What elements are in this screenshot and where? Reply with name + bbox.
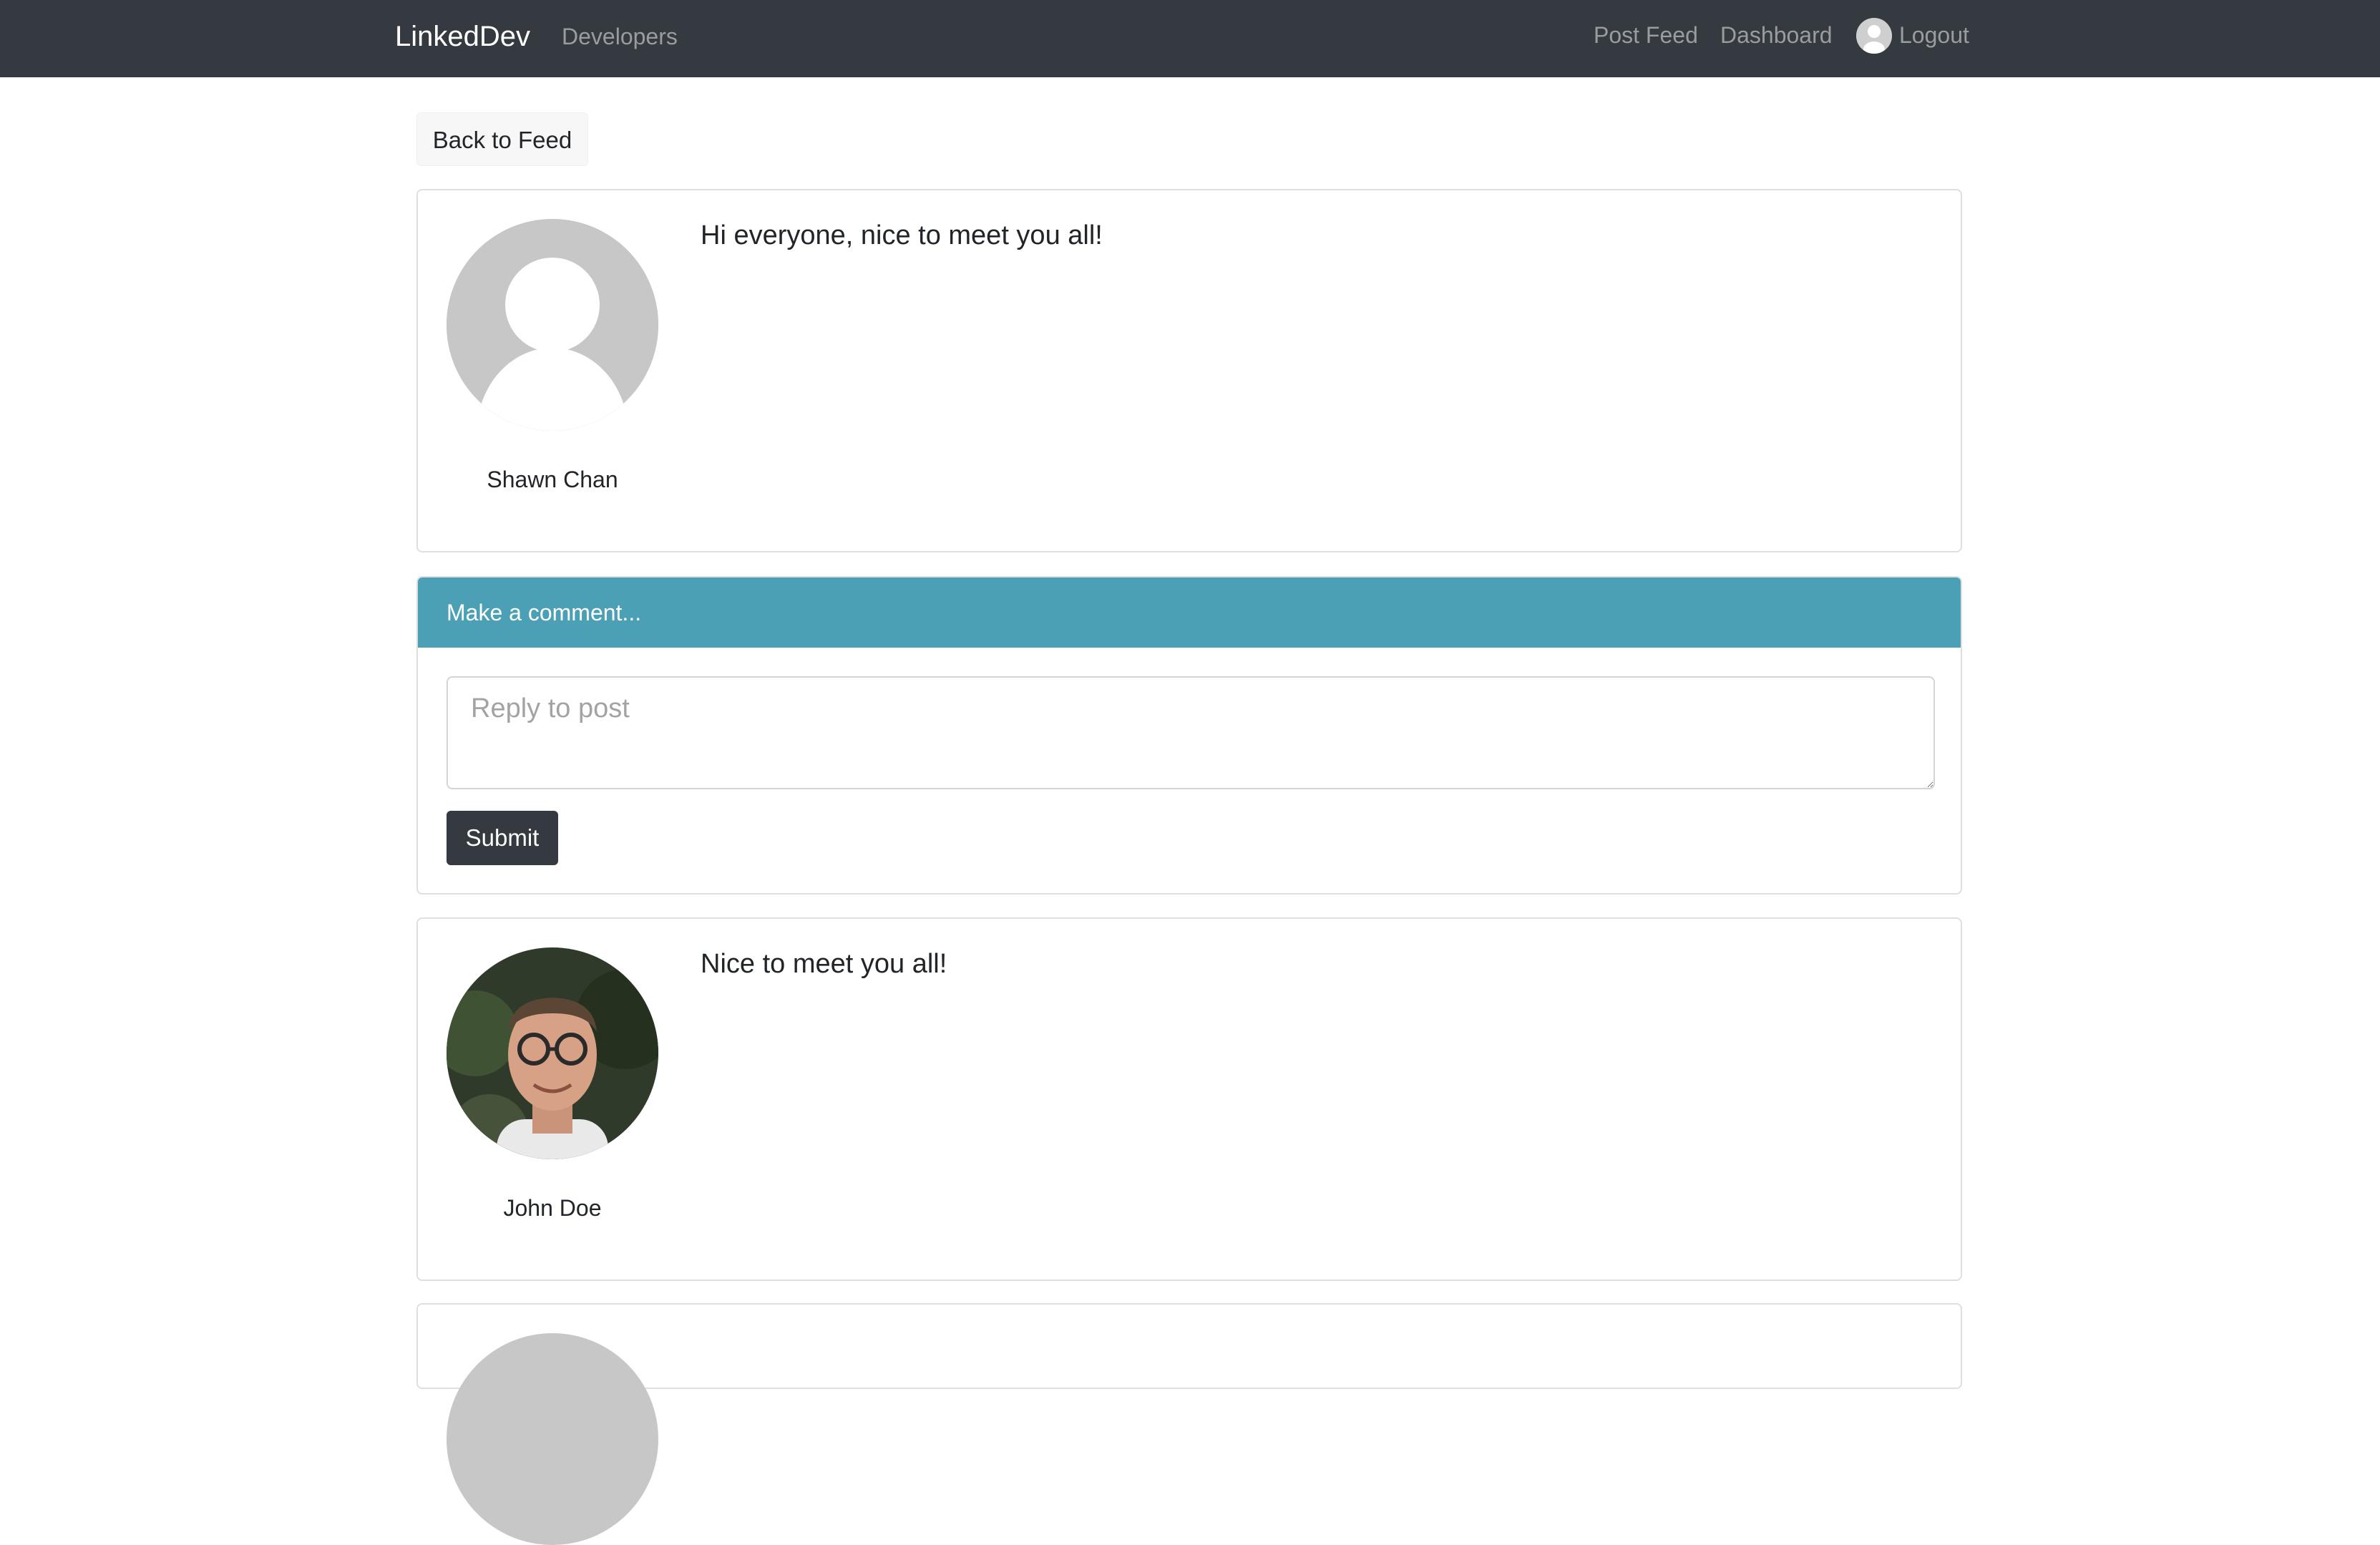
commenter-avatar <box>447 947 658 1159</box>
nav-dashboard-link[interactable]: Dashboard <box>1720 17 1833 53</box>
comment-author-name[interactable]: John Doe <box>418 1195 687 1222</box>
comment-card-partial <box>416 1303 1962 1545</box>
user-silhouette-icon <box>1856 18 1892 54</box>
author-avatar <box>447 219 658 431</box>
default-avatar-icon <box>447 1333 658 1545</box>
brand-link[interactable]: LinkedDev <box>395 17 530 56</box>
post-author-name[interactable]: Shawn Chan <box>418 467 687 493</box>
back-to-feed-button[interactable]: Back to Feed <box>416 112 588 166</box>
submit-button[interactable]: Submit <box>447 811 558 865</box>
comment-card: John Doe Nice to meet you all! <box>416 917 1962 1281</box>
nav-developers-link[interactable]: Developers <box>562 19 678 54</box>
comment-text: Nice to meet you all! <box>701 949 947 979</box>
nav-logout-link[interactable]: Logout <box>1899 17 1969 53</box>
comment-form-header: Make a comment... <box>418 577 1961 648</box>
comment-form-card: Make a comment... Submit <box>416 576 1962 895</box>
nav-post-feed-link[interactable]: Post Feed <box>1594 17 1698 53</box>
navbar: LinkedDev Developers Post Feed Dashboard… <box>0 0 2380 77</box>
commenter-photo <box>447 947 658 1159</box>
user-avatar-icon[interactable] <box>1856 18 1892 54</box>
reply-textarea[interactable] <box>447 676 1935 789</box>
post-text: Hi everyone, nice to meet you all! <box>701 220 1103 250</box>
post-card: Shawn Chan Hi everyone, nice to meet you… <box>416 189 1962 552</box>
default-avatar-icon <box>447 219 658 431</box>
